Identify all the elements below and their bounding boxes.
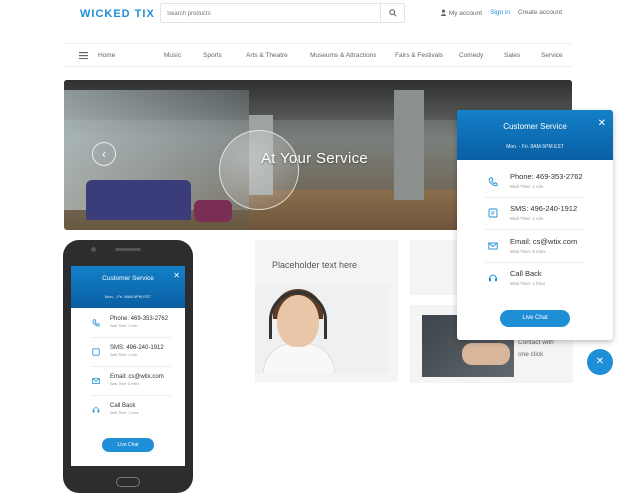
live-chat-button[interactable]: Live Chat — [102, 438, 154, 452]
hero-pillar — [394, 90, 424, 200]
agent-photo — [255, 285, 388, 373]
sms-wait: Wait Time: 1 min — [110, 353, 138, 357]
phone-widget-title: Customer Service — [102, 275, 154, 282]
hero-sofa — [86, 180, 191, 220]
nav-item-arts-theatre[interactable]: Arts & Theatre — [246, 52, 288, 59]
agent-body — [263, 343, 335, 373]
my-account-link[interactable]: My account — [440, 9, 482, 17]
callback-option[interactable]: Call Back Wait Time: 1 hour — [110, 403, 139, 415]
callback-wait: Wait Time: 1 hour — [110, 411, 139, 415]
page: WICKED TIX My account Sign in Create acc… — [0, 0, 635, 493]
close-icon[interactable]: ✕ — [598, 118, 606, 129]
logo[interactable]: WICKED TIX — [80, 8, 155, 20]
nav-item-music[interactable]: Music — [164, 52, 181, 59]
divider — [485, 262, 585, 263]
callback-label: Call Back — [110, 403, 136, 409]
menu-icon[interactable] — [79, 52, 88, 61]
phone-widget-header: Customer Service Mon. - Fri. 8AM-5PM EST… — [71, 266, 185, 308]
card-caption: Contact with — [518, 339, 554, 346]
headset-icon — [91, 406, 101, 416]
email-icon — [487, 241, 499, 253]
user-icon — [440, 9, 447, 16]
live-chat-button[interactable]: Live Chat — [500, 310, 570, 327]
nav-item-home[interactable]: Home — [98, 52, 115, 59]
divider — [485, 229, 585, 230]
widget-header: Customer Service Mon. - Fri. 8AM-5PM EST… — [457, 110, 613, 160]
phone-screen: Customer Service Mon. - Fri. 8AM-5PM EST… — [71, 266, 185, 466]
close-icon[interactable]: ✕ — [173, 271, 180, 280]
nav-item-fairs[interactable]: Fairs & Festivals — [395, 52, 443, 59]
email-icon — [91, 377, 101, 387]
sms-label: SMS: 496-240-1912 — [510, 204, 578, 213]
phone-home-button[interactable] — [116, 477, 140, 487]
hero-bubble — [219, 130, 299, 210]
phone-widget-hours: Mon. - Fri. 8AM-5PM EST — [104, 294, 151, 299]
nav-item-sales[interactable]: Sales — [504, 52, 520, 59]
sms-wait: Wait Time: 1 min — [510, 216, 544, 221]
carousel-prev-button[interactable]: ‹ — [92, 142, 116, 166]
callback-wait: Wait Time: 1 hour — [510, 281, 546, 286]
sign-in-link[interactable]: Sign in — [490, 9, 510, 17]
email-label: Email: cs@wtix.com — [110, 374, 164, 380]
nav-item-comedy[interactable]: Comedy — [459, 52, 483, 59]
close-icon: ✕ — [595, 356, 605, 367]
customer-service-widget: Customer Service Mon. - Fri. 8AM-5PM EST… — [457, 110, 613, 340]
nav-item-sports[interactable]: Sports — [203, 52, 222, 59]
phone-icon — [91, 319, 101, 329]
phone-speaker — [115, 248, 141, 251]
nav-item-service[interactable]: Service — [541, 52, 563, 59]
my-account-label: My account — [448, 10, 483, 17]
placeholder-text: Placeholder text here — [272, 260, 358, 270]
search-input[interactable] — [167, 6, 377, 21]
email-option[interactable]: Email: cs@wtix.com Wait Time: 6 mins — [510, 237, 577, 254]
divider — [91, 366, 171, 367]
sms-option[interactable]: SMS: 496-240-1912 Wait Time: 1 min — [510, 204, 577, 221]
placeholder-card[interactable]: Placeholder text here — [255, 240, 398, 382]
phone-wait: Wait Time: 1 min — [510, 184, 544, 189]
callback-option[interactable]: Call Back Wait Time: 1 hour — [510, 269, 545, 286]
divider — [91, 395, 171, 396]
hero-ottoman — [194, 200, 232, 222]
phone-icon — [487, 177, 499, 189]
card-caption: one click — [518, 351, 544, 358]
sms-label: SMS: 496-240-1912 — [110, 345, 164, 351]
email-option[interactable]: Email: cs@wtix.com Wait Time: 6 mins — [110, 374, 164, 386]
phone-camera — [91, 247, 96, 252]
sms-icon — [91, 348, 101, 358]
divider — [485, 197, 585, 198]
phone-label: Phone: 469-353-2762 — [510, 172, 583, 181]
email-wait: Wait Time: 6 mins — [110, 382, 140, 386]
create-account-link[interactable]: Create account — [518, 9, 562, 17]
hero-title: At Your Service — [261, 150, 369, 167]
phone-mockup: Customer Service Mon. - Fri. 8AM-5PM EST… — [63, 240, 193, 493]
search-bar[interactable] — [160, 3, 405, 23]
divider — [91, 337, 171, 338]
widget-hours: Mon. - Fri. 8AM-5PM EST — [506, 144, 564, 150]
email-label: Email: cs@wtix.com — [510, 237, 578, 246]
sms-option[interactable]: SMS: 496-240-1912 Wait Time: 1 min — [110, 345, 164, 357]
callback-label: Call Back — [510, 269, 542, 278]
account-links: My account Sign in Create account — [440, 9, 562, 17]
chevron-left-icon: ‹ — [102, 147, 106, 161]
email-wait: Wait Time: 6 mins — [510, 249, 546, 254]
widget-title: Customer Service — [503, 122, 567, 131]
nav-item-museums[interactable]: Museums & Attractions — [310, 52, 376, 59]
phone-option[interactable]: Phone: 469-353-2762 Wait Time: 1 min — [110, 316, 168, 328]
headset-icon — [487, 273, 499, 285]
search-button[interactable] — [380, 4, 404, 22]
close-chat-button[interactable]: ✕ — [587, 349, 613, 375]
search-icon — [388, 9, 397, 17]
hand-shape — [462, 343, 510, 365]
phone-label: Phone: 469-353-2762 — [110, 316, 169, 322]
headset-icon — [269, 291, 327, 339]
main-nav: Home Music Sports Arts & Theatre Museums… — [64, 43, 572, 67]
phone-wait: Wait Time: 1 min — [110, 324, 138, 328]
sms-icon — [487, 208, 499, 220]
phone-option[interactable]: Phone: 469-353-2762 Wait Time: 1 min — [510, 172, 583, 189]
